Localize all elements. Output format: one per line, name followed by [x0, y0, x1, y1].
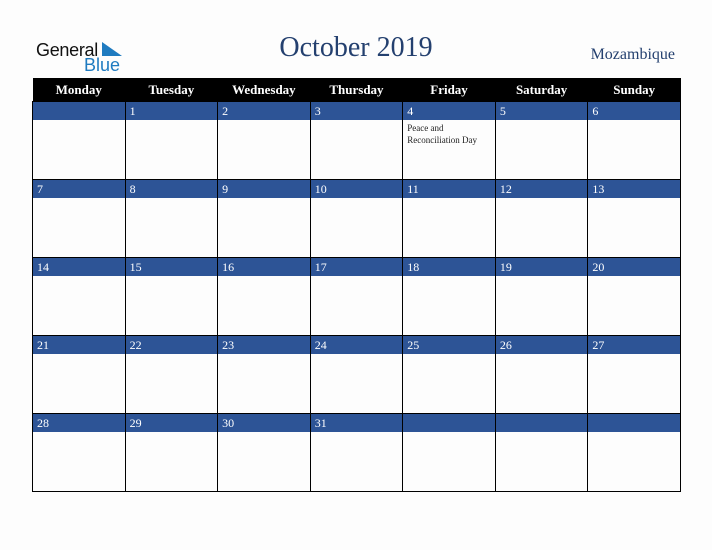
- day-cell[interactable]: 12: [494, 179, 589, 258]
- day-number: 10: [310, 180, 403, 198]
- day-cell[interactable]: 2: [217, 101, 311, 180]
- day-number: [33, 102, 125, 120]
- day-number: 6: [588, 102, 680, 120]
- day-number: 17: [310, 258, 403, 276]
- day-number: 24: [310, 336, 403, 354]
- weekday-header-row: Monday Tuesday Wednesday Thursday Friday Satu…: [32, 78, 681, 102]
- holiday-event: Peace and Reconciliation Day: [407, 123, 477, 145]
- weekday-header-saturday: Saturday: [495, 78, 588, 102]
- day-number: 18: [403, 258, 495, 276]
- day-number: 13: [588, 180, 680, 198]
- day-number: 16: [218, 258, 310, 276]
- day-cell[interactable]: 19: [494, 257, 589, 336]
- day-number: [495, 414, 588, 432]
- day-number: 5: [495, 102, 588, 120]
- day-number: [588, 414, 680, 432]
- day-cell[interactable]: 26: [494, 335, 589, 414]
- day-number: 1: [125, 102, 218, 120]
- day-cell[interactable]: 10: [309, 179, 404, 258]
- day-cell[interactable]: 17: [309, 257, 404, 336]
- day-cell[interactable]: 30: [217, 413, 311, 492]
- day-cell[interactable]: 16: [217, 257, 311, 336]
- day-number: 19: [495, 258, 588, 276]
- day-number: 23: [218, 336, 310, 354]
- day-number: 27: [588, 336, 680, 354]
- weekday-header-monday: Monday: [32, 78, 126, 102]
- day-cell[interactable]: 27: [587, 335, 681, 414]
- week-row: 1 2 3 4 Peace and Reconciliation Day 5 6: [32, 101, 681, 180]
- day-cell[interactable]: 22: [124, 335, 219, 414]
- day-number: 26: [495, 336, 588, 354]
- day-cell[interactable]: 9: [217, 179, 311, 258]
- day-number: 3: [310, 102, 403, 120]
- day-cell[interactable]: 14: [32, 257, 126, 336]
- day-number: 30: [218, 414, 310, 432]
- weekday-header-friday: Friday: [402, 78, 496, 102]
- day-cell[interactable]: 18: [402, 257, 496, 336]
- day-number: 21: [33, 336, 125, 354]
- day-cell[interactable]: [587, 413, 681, 492]
- week-row: 28 29 30 31: [32, 413, 681, 492]
- weekday-header-sunday: Sunday: [587, 78, 681, 102]
- weekday-header-wednesday: Wednesday: [217, 78, 311, 102]
- day-cell[interactable]: 25: [402, 335, 496, 414]
- day-cell[interactable]: 28: [32, 413, 126, 492]
- day-cell[interactable]: 3: [309, 101, 404, 180]
- day-number: 20: [588, 258, 680, 276]
- week-row: 7 8 9 10 11 12 13: [32, 179, 681, 258]
- day-cell[interactable]: 5: [494, 101, 589, 180]
- day-number: 8: [125, 180, 218, 198]
- day-number: 15: [125, 258, 218, 276]
- day-cell[interactable]: [494, 413, 589, 492]
- weekday-header-thursday: Thursday: [310, 78, 403, 102]
- day-cell[interactable]: 24: [309, 335, 404, 414]
- week-row: 14 15 16 17 18 19 20: [32, 257, 681, 336]
- day-number: 28: [33, 414, 125, 432]
- day-number: 25: [403, 336, 495, 354]
- day-number: 9: [218, 180, 310, 198]
- day-number: 4: [403, 102, 495, 120]
- day-cell[interactable]: 23: [217, 335, 311, 414]
- weekday-header-tuesday: Tuesday: [125, 78, 218, 102]
- day-cell[interactable]: 15: [124, 257, 219, 336]
- day-cell[interactable]: [402, 413, 496, 492]
- day-number: 14: [33, 258, 125, 276]
- day-number: 12: [495, 180, 588, 198]
- day-cell[interactable]: 21: [32, 335, 126, 414]
- calendar-grid: Monday Tuesday Wednesday Thursday Friday Satu…: [32, 78, 681, 492]
- day-cell[interactable]: 8: [124, 179, 219, 258]
- day-cell[interactable]: 7: [32, 179, 126, 258]
- day-cell[interactable]: 11: [402, 179, 496, 258]
- day-cell[interactable]: 13: [587, 179, 681, 258]
- day-cell[interactable]: 20: [587, 257, 681, 336]
- day-number: 22: [125, 336, 218, 354]
- day-number: 11: [403, 180, 495, 198]
- day-cell[interactable]: 1: [124, 101, 219, 180]
- day-cell[interactable]: 6: [587, 101, 681, 180]
- day-cell[interactable]: 29: [124, 413, 219, 492]
- week-row: 21 22 23 24 25 26 27: [32, 335, 681, 414]
- day-number: [403, 414, 495, 432]
- country-label: Mozambique: [590, 46, 675, 63]
- day-cell[interactable]: 31: [309, 413, 404, 492]
- day-cell[interactable]: [32, 101, 126, 180]
- day-number: 31: [310, 414, 403, 432]
- day-cell[interactable]: 4 Peace and Reconciliation Day: [402, 101, 496, 180]
- day-number: 7: [33, 180, 125, 198]
- day-number: 2: [218, 102, 310, 120]
- day-number: 29: [125, 414, 218, 432]
